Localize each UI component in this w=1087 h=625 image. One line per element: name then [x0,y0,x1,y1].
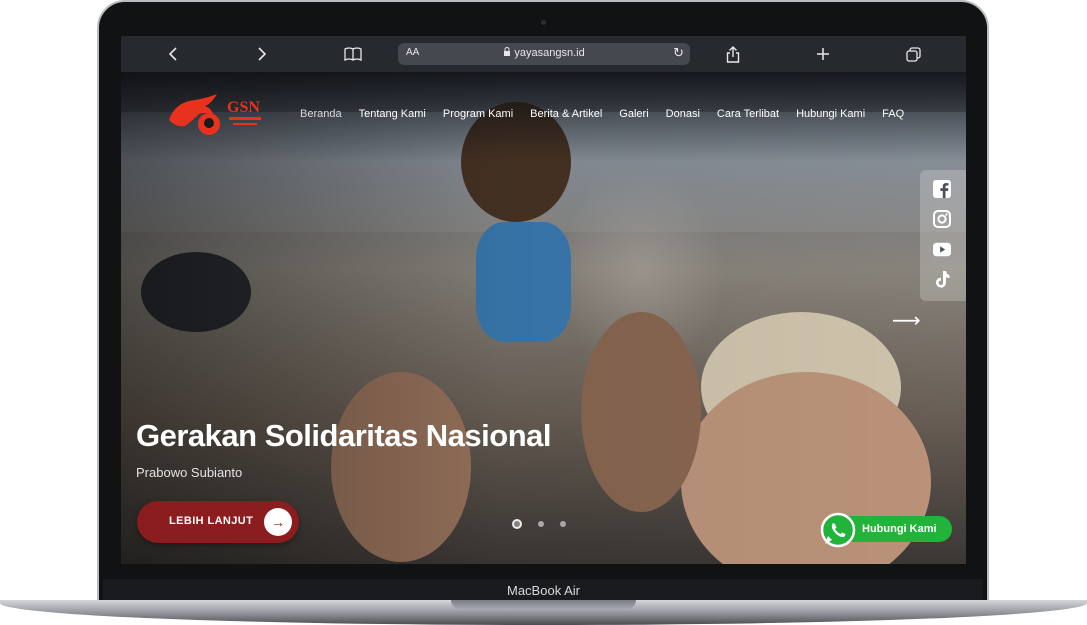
browser-toolbar: AA yayasangsn.id ↻ [121,36,966,72]
lebih-lanjut-button[interactable]: LEBIH LANJUT → [137,501,299,543]
lock-icon [503,47,514,59]
svg-text:GSN: GSN [227,99,260,116]
main-nav: Beranda Tentang Kami Program Kami Berita… [300,108,921,120]
new-tab-icon[interactable] [808,42,838,66]
camera-icon [541,20,546,25]
hero-slider [121,72,966,564]
back-icon[interactable] [158,42,188,66]
nav-faq[interactable]: FAQ [882,108,904,120]
bookmarks-icon[interactable] [338,42,368,66]
tiktok-icon[interactable] [933,270,951,288]
share-icon[interactable] [718,42,748,66]
slider-dot-1[interactable] [512,519,522,529]
nav-galeri[interactable]: Galeri [619,108,648,120]
whatsapp-label: Hubungi Kami [862,523,937,535]
nav-donasi[interactable]: Donasi [666,108,700,120]
youtube-icon[interactable] [933,240,951,258]
model-label: MacBook Air [507,583,580,598]
reload-icon[interactable]: ↻ [673,45,684,61]
lebih-lanjut-label: LEBIH LANJUT [169,515,254,527]
nav-berita-artikel[interactable]: Berita & Artikel [530,108,602,120]
slider-dot-2[interactable] [538,521,544,527]
forward-icon[interactable] [247,42,277,66]
nav-cara-terlibat[interactable]: Cara Terlibat [717,108,779,120]
nav-tentang-kami[interactable]: Tentang Kami [359,108,426,120]
url-text: yayasangsn.id [398,47,690,59]
hero-subtitle: Prabowo Subianto [136,465,243,480]
facebook-icon[interactable] [933,180,951,198]
nav-hubungi-kami[interactable]: Hubungi Kami [796,108,865,120]
nav-program-kami[interactable]: Program Kami [443,108,513,120]
laptop-opening-notch [451,600,636,609]
slider-dot-3[interactable] [560,521,566,527]
slider-dots [512,519,566,529]
screen: AA yayasangsn.id ↻ GSN Beranda Tentang K… [121,36,966,564]
address-bar[interactable]: AA yayasangsn.id ↻ [398,43,690,65]
arrow-right-icon: → [264,508,292,536]
next-slide-arrow-icon[interactable]: ⟶ [892,308,921,333]
whatsapp-icon [820,512,856,548]
site-logo[interactable]: GSN [165,90,265,142]
tabs-icon[interactable] [898,42,928,66]
nav-beranda[interactable]: Beranda [300,108,342,120]
instagram-icon[interactable] [933,210,951,228]
hero-title: Gerakan Solidaritas Nasional [136,418,552,453]
social-sidebar [920,170,966,301]
